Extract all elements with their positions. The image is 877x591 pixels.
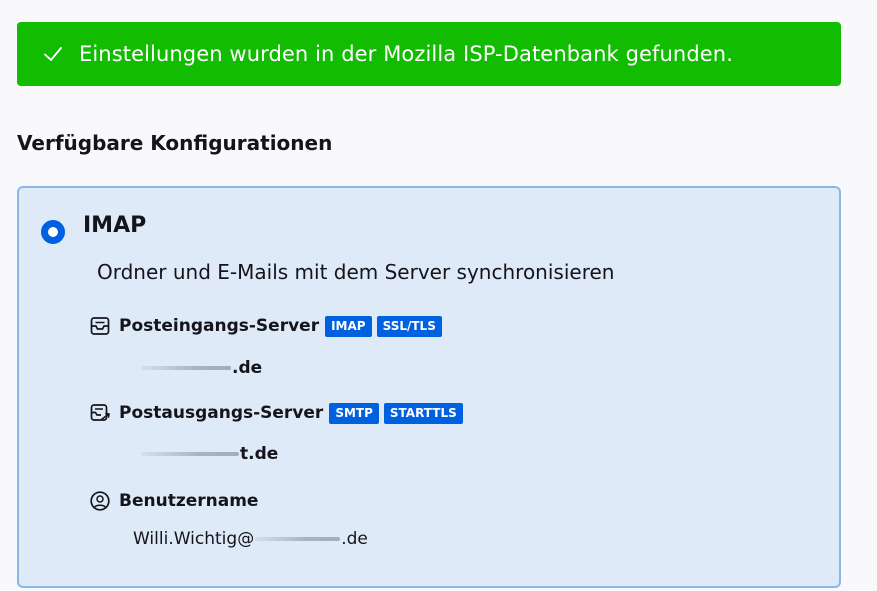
redacted-blur [254,537,341,541]
username-row: Benutzername [89,490,264,512]
security-tag: SSL/TLS [376,315,442,337]
incoming-server-row: Posteingangs-Server IMAP SSL/TLS [89,315,447,337]
inbox-icon [90,317,110,335]
protocol-description: Ordner und E-Mails mit dem Server synchr… [97,260,615,284]
redacted-blur [141,366,231,370]
protocol-tag: IMAP [325,315,372,337]
username-value: Willi.Wichtig@ .de [133,529,368,549]
success-message: Einstellungen wurden in der Mozilla ISP-… [79,42,733,66]
config-radio-button[interactable] [41,220,65,244]
checkmark-icon [44,47,62,61]
protocol-title: IMAP [83,213,147,238]
redacted-blur [141,452,239,456]
username-label: Benutzername [119,491,259,511]
security-tag: STARTTLS [383,402,463,424]
success-notification: Einstellungen wurden in der Mozilla ISP-… [17,22,841,86]
protocol-tag: SMTP [329,402,379,424]
config-option-imap[interactable]: IMAP Ordner und E-Mails mit dem Server s… [17,186,841,588]
incoming-server-host: .de [141,358,262,378]
outbox-icon [90,404,110,421]
incoming-server-label: Posteingangs-Server [119,316,320,336]
outgoing-server-host: t.de [141,444,278,464]
section-title: Verfügbare Konfigurationen [17,131,333,155]
outgoing-server-label: Postausgangs-Server [119,403,324,423]
outgoing-server-row: Postausgangs-Server SMTP STARTTLS [89,402,468,424]
at-sign-icon [90,491,110,511]
